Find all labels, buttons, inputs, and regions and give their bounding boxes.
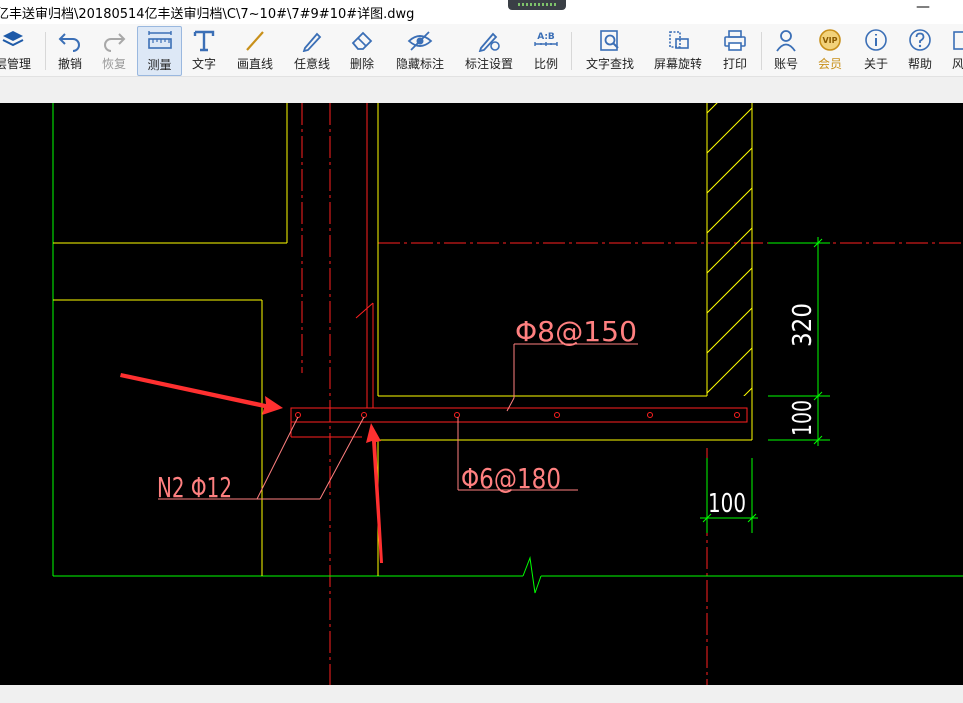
style-icon <box>953 31 963 50</box>
line-icon <box>246 31 264 51</box>
toolbar-separator <box>761 32 762 70</box>
style-label: 风 <box>952 57 963 71</box>
printer-icon <box>724 30 746 51</box>
eraser-icon <box>351 31 373 50</box>
rebar-band <box>290 407 748 438</box>
text-search-label: 文字查找 <box>585 57 634 71</box>
top-rebar-label: Φ8@150 <box>515 315 637 348</box>
rotate-screen-label: 屏幕旋转 <box>653 57 702 71</box>
drawing-svg: Φ8@150 Φ6@180 N2 Φ12 320 100 100 <box>52 103 963 685</box>
bottom-rebar-label: Φ6@180 <box>461 462 561 495</box>
hide-annotations-button[interactable]: 隐藏标注 <box>392 26 448 74</box>
vip-button[interactable]: VIP 会员 <box>812 26 848 74</box>
annotation-settings-button[interactable]: 标注设置 <box>461 26 517 74</box>
print-button[interactable]: 打印 <box>717 26 753 74</box>
annotation-settings-label: 标注设置 <box>464 57 513 71</box>
print-label: 打印 <box>722 57 747 71</box>
draw-line-label: 画直线 <box>236 57 273 71</box>
layers-label: 层管理 <box>0 57 31 71</box>
toolbar-separator <box>45 32 46 70</box>
drag-handle[interactable] <box>508 0 566 10</box>
dim-100-horizontal-label: 100 <box>708 489 746 519</box>
text-tool-label: 文字 <box>191 57 216 71</box>
redo-label: 恢复 <box>101 57 126 71</box>
dim-100-vertical-label: 100 <box>788 400 818 436</box>
rotate-screen-icon <box>669 31 689 49</box>
delete-label: 删除 <box>349 57 374 71</box>
toolbar: 层管理 撤销 恢复 测量 文字 画直线 任意线 删除 隐藏标注 标注设置 A:B… <box>0 24 963 77</box>
vip-label: 会员 <box>817 57 842 71</box>
freehand-line-button[interactable]: 任意线 <box>290 26 334 74</box>
minimize-button[interactable]: — <box>908 0 938 22</box>
draw-line-button[interactable]: 画直线 <box>233 26 277 74</box>
freehand-line-label: 任意线 <box>293 57 330 71</box>
rotate-screen-button[interactable]: 屏幕旋转 <box>650 26 706 74</box>
measure-label: 测量 <box>147 58 172 72</box>
wall-hatch <box>707 103 752 396</box>
window-title: 亿丰送审归档\20180514亿丰送审归档\C\7~10#\7#9#10#详图.… <box>0 7 415 22</box>
style-button[interactable]: 风 <box>946 26 963 74</box>
account-label: 账号 <box>773 57 798 71</box>
rebar-lines <box>355 103 374 408</box>
hide-annotations-label: 隐藏标注 <box>395 57 444 71</box>
drawing-canvas[interactable]: Φ8@150 Φ6@180 N2 Φ12 320 100 100 <box>0 103 963 685</box>
title-bar: 亿丰送审归档\20180514亿丰送审归档\C\7~10#\7#9#10#详图.… <box>0 0 963 24</box>
status-bar <box>0 685 963 703</box>
ruler-icon <box>147 31 172 49</box>
wall-outlines <box>53 103 753 576</box>
measure-button[interactable]: 测量 <box>137 26 182 76</box>
scale-icon: A:B <box>534 32 558 46</box>
scale-label: 比例 <box>533 57 558 71</box>
help-label: 帮助 <box>907 57 932 71</box>
annotation-arrows <box>120 373 383 563</box>
dim-320-label: 320 <box>788 303 818 347</box>
account-button[interactable]: 账号 <box>768 26 804 74</box>
redo-button[interactable]: 恢复 <box>96 26 132 74</box>
about-label: 关于 <box>863 57 888 71</box>
vip-icon: VIP <box>819 29 841 51</box>
help-button[interactable]: 帮助 <box>902 26 938 74</box>
sub-toolbar <box>0 77 963 103</box>
centerlines <box>301 103 963 685</box>
main-rebar-label: N2 Φ12 <box>157 471 232 504</box>
undo-icon <box>58 33 80 52</box>
undo-button[interactable]: 撤销 <box>52 26 88 74</box>
vip-icon-text: VIP <box>822 36 837 45</box>
layers-icon <box>2 31 24 47</box>
slab-outline <box>52 103 963 594</box>
text-tool-button[interactable]: 文字 <box>186 26 222 74</box>
layers-button[interactable]: 层管理 <box>0 26 36 74</box>
redo-icon <box>104 33 126 52</box>
help-icon <box>909 29 931 51</box>
pen-icon <box>302 32 322 52</box>
annotation-settings-icon <box>478 32 500 52</box>
undo-label: 撤销 <box>57 57 82 71</box>
toolbar-separator <box>571 32 572 70</box>
about-button[interactable]: 关于 <box>858 26 894 74</box>
scale-button[interactable]: A:B 比例 <box>529 26 563 74</box>
text-icon <box>193 30 215 52</box>
user-icon <box>776 30 796 52</box>
text-search-icon <box>600 30 619 51</box>
scale-icon-text: A:B <box>537 32 555 42</box>
eye-off-icon <box>407 31 433 51</box>
arrow-up-callout <box>366 423 383 563</box>
info-icon <box>865 29 887 51</box>
delete-button[interactable]: 删除 <box>344 26 380 74</box>
text-search-button[interactable]: 文字查找 <box>582 26 638 74</box>
arrow-left-callout <box>120 373 283 415</box>
